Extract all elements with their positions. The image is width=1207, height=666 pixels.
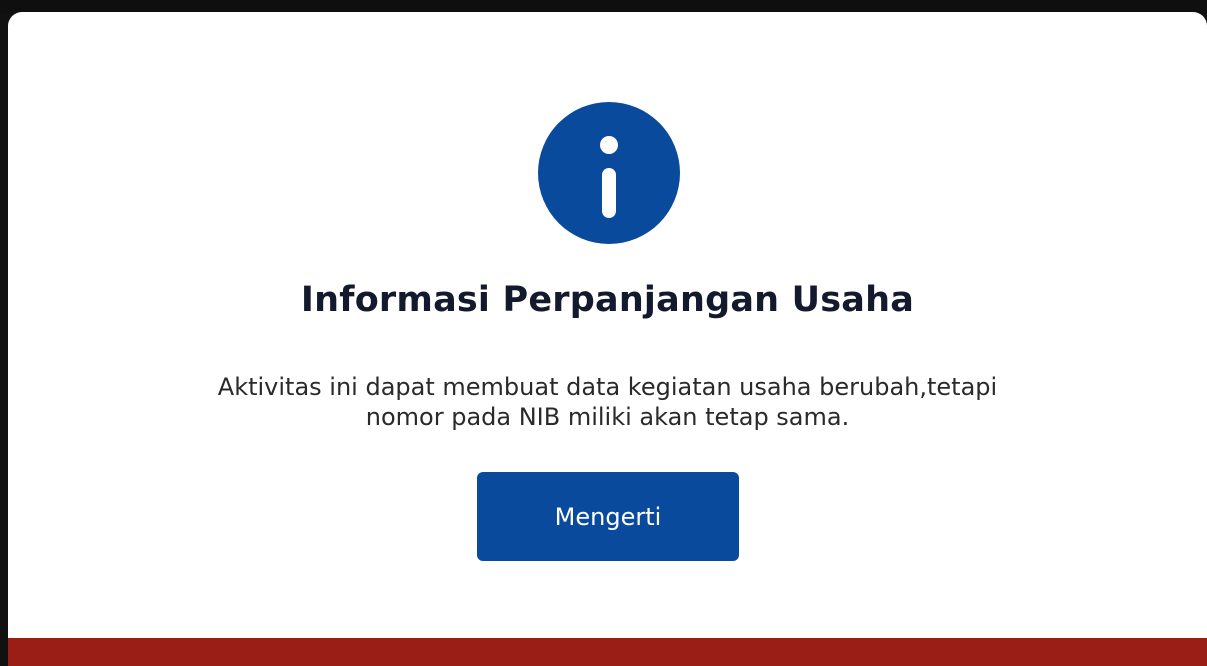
- info-icon-glyph: [600, 136, 618, 218]
- dialog-title: Informasi Perpanjangan Usaha: [300, 280, 915, 320]
- dialog-message-line: nomor pada NIB miliki akan tetap sama.: [365, 403, 850, 431]
- info-dialog: Informasi Perpanjangan Usaha Aktivitas i…: [8, 12, 1207, 666]
- modal-backdrop: Informasi Perpanjangan Usaha Aktivitas i…: [0, 0, 1207, 666]
- dialog-message: Aktivitas ini dapat membuat data kegiata…: [8, 372, 1207, 432]
- mengerti-button[interactable]: Mengerti: [477, 472, 739, 561]
- dialog-message-line: Aktivitas ini dapat membuat data kegiata…: [217, 373, 998, 401]
- footer-band: [8, 638, 1207, 666]
- info-icon: [538, 102, 680, 244]
